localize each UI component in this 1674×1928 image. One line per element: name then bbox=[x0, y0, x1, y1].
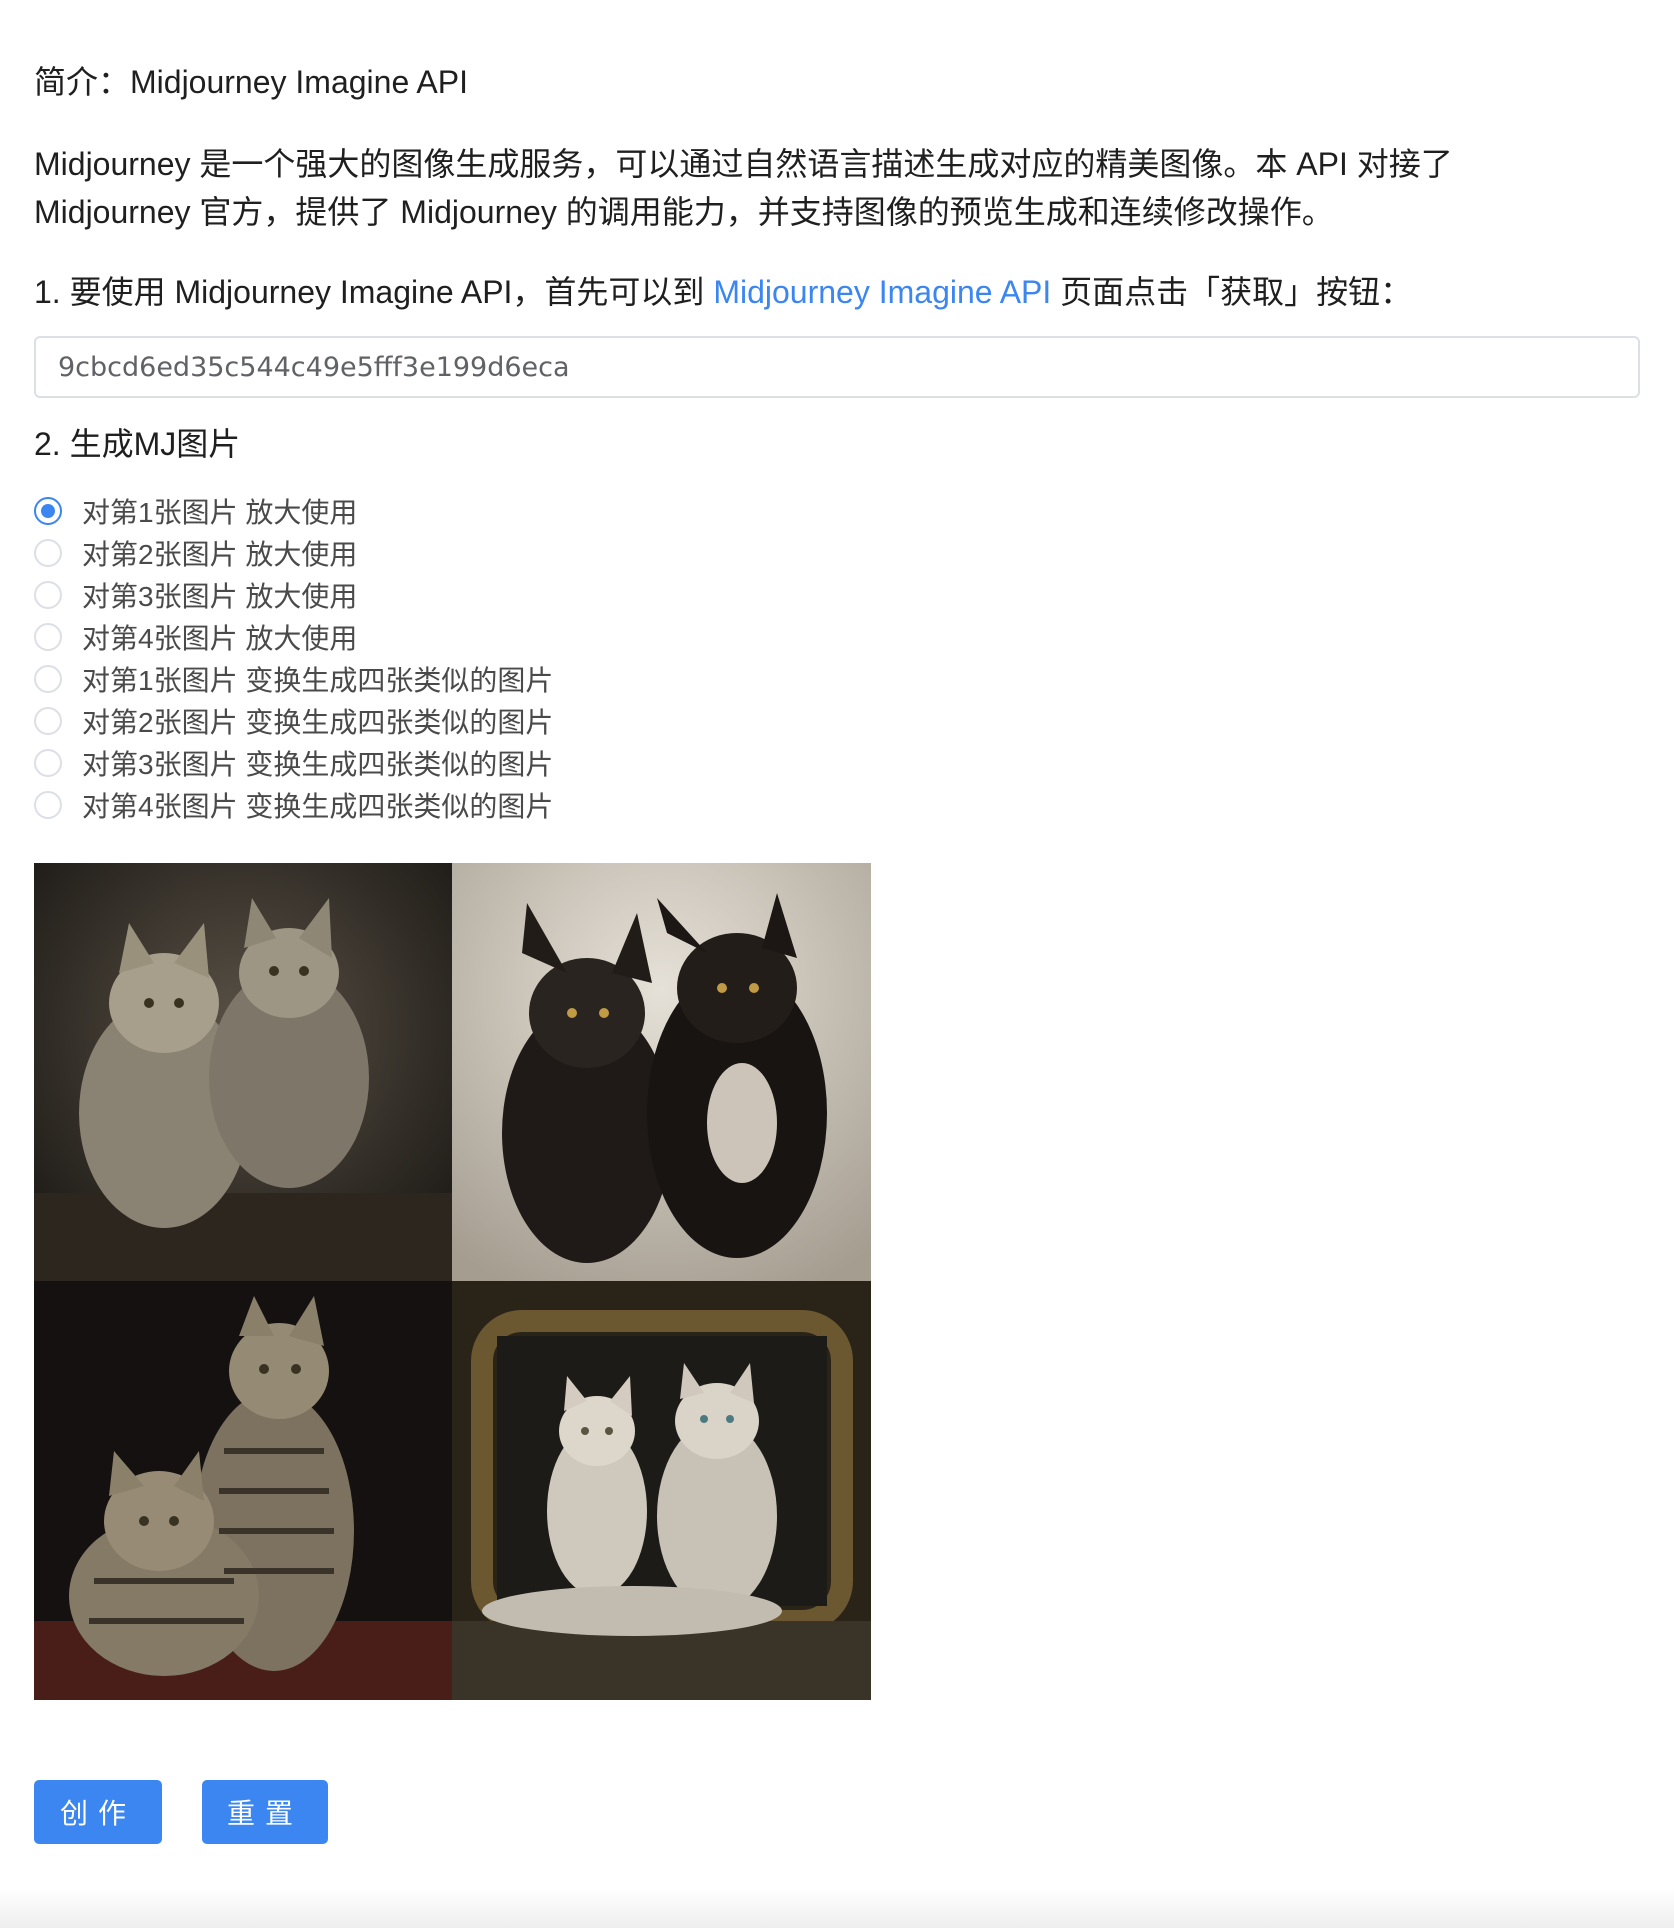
action-option-8[interactable]: 对第4张图片 变换生成四张类似的图片 bbox=[34, 784, 553, 826]
page: 简介：Midjourney Imagine API Midjourney 是一个… bbox=[0, 0, 1674, 1928]
action-option-7[interactable]: 对第3张图片 变换生成四张类似的图片 bbox=[34, 742, 553, 784]
step1-instruction: 1. 要使用 Midjourney Imagine API，首先可以到 Midj… bbox=[34, 270, 1412, 314]
action-option-3[interactable]: 对第3张图片 放大使用 bbox=[34, 574, 553, 616]
option-label: 对第4张图片 变换生成四张类似的图片 bbox=[82, 791, 554, 822]
token-input[interactable] bbox=[34, 336, 1640, 398]
radio-button[interactable] bbox=[34, 539, 62, 567]
intro-heading: 简介：Midjourney Imagine API bbox=[34, 64, 468, 100]
step1-prefix: 1. 要使用 Midjourney Imagine API，首先可以到 bbox=[34, 274, 714, 310]
generated-image-3[interactable] bbox=[34, 1281, 452, 1700]
generated-image-2[interactable] bbox=[452, 863, 871, 1281]
option-label: 对第4张图片 放大使用 bbox=[82, 623, 358, 654]
action-option-2[interactable]: 对第2张图片 放大使用 bbox=[34, 532, 553, 574]
radio-button[interactable] bbox=[34, 497, 62, 525]
action-option-5[interactable]: 对第1张图片 变换生成四张类似的图片 bbox=[34, 658, 553, 700]
radio-button[interactable] bbox=[34, 623, 62, 651]
option-label: 对第3张图片 放大使用 bbox=[82, 581, 358, 612]
option-label: 对第1张图片 变换生成四张类似的图片 bbox=[82, 665, 554, 696]
radio-button[interactable] bbox=[34, 749, 62, 777]
radio-button[interactable] bbox=[34, 665, 62, 693]
reset-button[interactable]: 重置 bbox=[202, 1780, 328, 1844]
step1-suffix: 页面点击「获取」按钮： bbox=[1051, 274, 1413, 310]
create-button[interactable]: 创作 bbox=[34, 1780, 162, 1844]
action-options: 对第1张图片 放大使用 对第2张图片 放大使用 对第3张图片 放大使用 对第4张图片 … bbox=[34, 490, 553, 826]
option-label: 对第1张图片 放大使用 bbox=[82, 497, 358, 528]
window-bottom-edge bbox=[0, 1888, 1674, 1928]
option-label: 对第2张图片 变换生成四张类似的图片 bbox=[82, 707, 554, 738]
action-option-1[interactable]: 对第1张图片 放大使用 bbox=[34, 490, 553, 532]
generated-image-grid bbox=[34, 863, 871, 1700]
action-option-4[interactable]: 对第4张图片 放大使用 bbox=[34, 616, 553, 658]
step2-title: 2. 生成MJ图片 bbox=[34, 426, 241, 462]
radio-button[interactable] bbox=[34, 581, 62, 609]
radio-button[interactable] bbox=[34, 791, 62, 819]
cat-painting-image bbox=[452, 863, 871, 1281]
cat-painting-image bbox=[34, 863, 452, 1281]
cat-painting-image bbox=[452, 1281, 871, 1700]
option-label: 对第2张图片 放大使用 bbox=[82, 539, 358, 570]
generated-image-4[interactable] bbox=[452, 1281, 871, 1700]
intro-description: Midjourney 是一个强大的图像生成服务，可以通过自然语言描述生成对应的精… bbox=[34, 146, 1453, 230]
api-page-link[interactable]: Midjourney Imagine API bbox=[713, 274, 1051, 310]
action-option-6[interactable]: 对第2张图片 变换生成四张类似的图片 bbox=[34, 700, 553, 742]
radio-button[interactable] bbox=[34, 707, 62, 735]
generated-image-1[interactable] bbox=[34, 863, 452, 1281]
cat-painting-image bbox=[34, 1281, 452, 1700]
option-label: 对第3张图片 变换生成四张类似的图片 bbox=[82, 749, 554, 780]
